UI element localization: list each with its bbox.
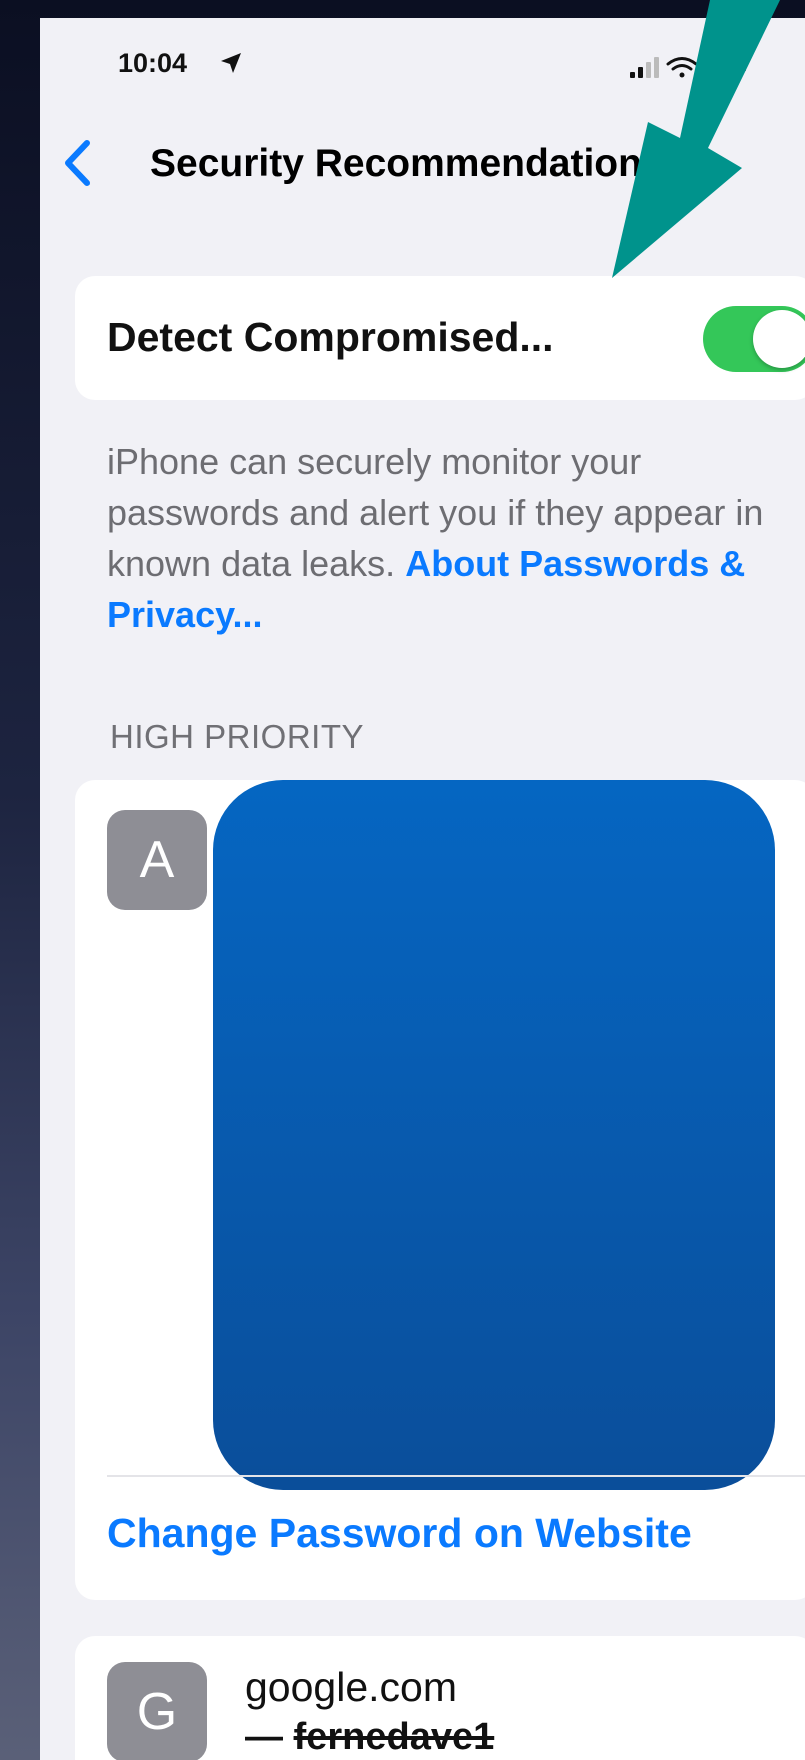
- status-icons: [630, 56, 746, 78]
- username-text: fernedave1: [293, 1716, 495, 1758]
- recommendation-card: A Change Password on Website: [75, 780, 805, 1600]
- wifi-icon: [666, 57, 698, 78]
- detect-compromised-toggle[interactable]: [703, 306, 805, 372]
- avatar: A: [107, 810, 207, 910]
- high-priority-header: HIGH PRIORITY: [110, 718, 365, 755]
- avatar: G: [107, 1662, 207, 1760]
- redaction-overlay: [213, 780, 775, 1490]
- toggle-knob: [753, 310, 805, 368]
- status-bar: 10:04: [40, 18, 805, 108]
- status-time: 10:04: [118, 48, 188, 78]
- phone-screen: 10:04 Security Recommendations Detect Co…: [40, 18, 805, 1760]
- cellular-signal-icon: [630, 57, 659, 78]
- chevron-left-icon[interactable]: [60, 138, 94, 188]
- page-title: Security Recommendations: [150, 142, 664, 185]
- detect-compromised-row: Detect Compromised...: [75, 276, 805, 400]
- detect-description: iPhone can securely monitor your passwor…: [107, 436, 767, 640]
- recommendation-card-google[interactable]: G google.com — fernedave1: [75, 1636, 805, 1760]
- change-password-button[interactable]: Change Password on Website: [107, 1510, 692, 1557]
- username-prefix: —: [245, 1716, 294, 1758]
- divider: [107, 1475, 805, 1477]
- navigation-bar: Security Recommendations: [40, 108, 805, 218]
- location-arrow-icon: [221, 53, 241, 73]
- site-domain: google.com: [245, 1664, 457, 1710]
- account-username: — fernedave1: [245, 1716, 494, 1759]
- battery-icon: [705, 56, 746, 78]
- detect-compromised-label: Detect Compromised...: [107, 314, 554, 360]
